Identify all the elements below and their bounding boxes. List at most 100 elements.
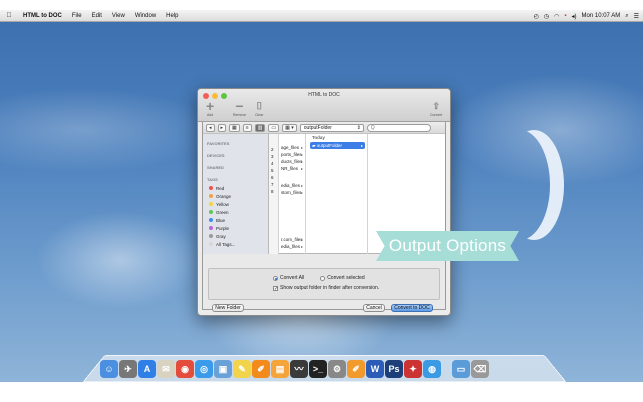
sidebar-section-shared[interactable]: SHARED [203, 163, 268, 172]
search-input[interactable]: Q [366, 123, 431, 132]
sidebar-tag-item[interactable]: Blue [203, 216, 268, 224]
list-item[interactable]: NR_files ▸ [279, 165, 305, 172]
trash-icon[interactable]: ⌫ [471, 360, 489, 378]
sidebar-section-tags[interactable]: TAGS [203, 175, 268, 184]
menu-file[interactable]: File [67, 13, 87, 19]
column-view-button[interactable]: ▥ [254, 123, 266, 132]
toolbar-convert-button[interactable]: ⇪ Convert [430, 100, 442, 117]
rocket-icon[interactable]: ✈ [119, 360, 137, 378]
menu-window[interactable]: Window [130, 13, 161, 19]
show-output-checkbox[interactable]: ✓ Show output folder in finder after con… [273, 285, 379, 291]
sidebar-tag-item[interactable]: Red [203, 184, 268, 192]
sidebar-section-devices[interactable]: DEVICES [203, 151, 268, 160]
list-item[interactable]: edia_files ▸ [279, 182, 305, 189]
preview-icon[interactable]: ▣ [214, 360, 232, 378]
list-item[interactable]: 3 [269, 153, 278, 160]
list-item-label: edia_files [281, 244, 301, 249]
mail-stamp-icon[interactable]: ✉ [157, 360, 175, 378]
cancel-button[interactable]: Cancel [363, 304, 385, 312]
menu-help[interactable]: Help [161, 13, 183, 19]
photoshop-icon[interactable]: Ps [385, 360, 403, 378]
list-item[interactable]: 4 [269, 160, 278, 167]
menu-edit[interactable]: Edit [87, 13, 107, 19]
list-item[interactable]: 7 [269, 181, 278, 188]
sidebar-tag-item[interactable]: Purple [203, 224, 268, 232]
list-item[interactable]: edia_files ▸ [279, 243, 305, 250]
tag-dot-icon [209, 226, 213, 230]
show-output-label: Show output folder in finder after conve… [280, 285, 380, 291]
coverflow-view-button[interactable]: ▭ [268, 123, 280, 132]
menu-app-name[interactable]: HTML to DOC [18, 13, 67, 19]
list-item[interactable]: ducts_files ▸ [279, 158, 305, 165]
photo-icon[interactable]: ✦ [404, 360, 422, 378]
sidebar-tag-item[interactable]: All Tags... [203, 240, 268, 248]
list-item-label: age_files [281, 145, 300, 150]
save-panel-navbar: ◂ ▸ ▦ ≡ ▥ ▭ ▦ ▾ outputFolder ⇕ Q [203, 122, 445, 134]
list-item[interactable]: 2 [269, 146, 278, 153]
system-prefs-icon[interactable]: ⚙ [328, 360, 346, 378]
arrange-button[interactable]: ▦ ▾ [282, 123, 297, 132]
flag-icon[interactable]: ▪ [564, 13, 566, 19]
list-item[interactable]: r.com_files ▸ [279, 236, 305, 243]
sync-status-icon[interactable]: ◴ [534, 13, 539, 20]
globe-icon[interactable]: ◍ [423, 360, 441, 378]
sidebar-section-favorites[interactable]: FAVORITES [203, 139, 268, 148]
list-item[interactable]: 5 [269, 167, 278, 174]
list-item[interactable]: ports_files ▸ [279, 151, 305, 158]
list-item[interactable]: 8 [269, 188, 278, 195]
activity-monitor-icon[interactable]: 〰 [290, 360, 308, 378]
icon-view-button[interactable]: ▦ [229, 123, 240, 132]
apple-menu-icon[interactable]:  [0, 12, 18, 19]
toolbar-clear-button[interactable]: ⌷ Clear [255, 100, 263, 117]
clock[interactable]: Mon 10:07 AM [582, 13, 621, 19]
list-item-label: edia_files [281, 183, 301, 188]
notes-icon[interactable]: ✎ [233, 360, 251, 378]
ibooks-icon[interactable]: ▤ [271, 360, 289, 378]
pages-icon[interactable]: ✐ [252, 360, 270, 378]
folder-icon[interactable]: ▭ [452, 360, 470, 378]
wifi-icon[interactable]: ◠ [554, 13, 559, 20]
sidebar-tag-item[interactable]: Yellow [203, 200, 268, 208]
terminal-icon[interactable]: >_ [309, 360, 327, 378]
app-window: HTML to DOC + Add − Remove ⌷ Clear ⇪ Con… [197, 88, 451, 316]
new-folder-button[interactable]: New Folder [212, 304, 244, 312]
toolbar-add-button[interactable]: + Add [206, 99, 214, 117]
list-item[interactable]: age_files ▸ [279, 144, 305, 151]
sidebar-tag-item[interactable]: Gray [203, 232, 268, 240]
list-item-label: 4 [271, 161, 274, 166]
forward-button[interactable]: ▸ [217, 123, 227, 132]
app-store-icon[interactable]: A [138, 360, 156, 378]
folder-selector[interactable]: outputFolder ⇕ [299, 123, 364, 132]
chrome-icon[interactable]: ◉ [176, 360, 194, 378]
selected-folder-row[interactable]: ▰ outputFolder ▸ [310, 142, 365, 149]
dock: ☺ ✈ A ✉ ◉ ◎ ▣ ✎ ✐ ▤ 〰 >_ ⚙ ✐ W Ps ✦ ◍ ▭ ⌫ [100, 360, 489, 378]
finder-icon[interactable]: ☺ [100, 360, 118, 378]
word-icon[interactable]: W [366, 360, 384, 378]
moon-crescent [490, 130, 550, 240]
sidebar-tag-item[interactable]: Orange [203, 192, 268, 200]
chevron-right-icon: ▸ [300, 244, 303, 249]
pages-icon[interactable]: ✐ [347, 360, 365, 378]
convert-selected-radio[interactable]: Convert selected [320, 275, 365, 281]
spotlight-icon[interactable]: ⌕ [625, 13, 628, 20]
time-machine-icon[interactable]: ◷ [544, 13, 549, 20]
tag-dot-icon [209, 234, 213, 238]
list-item[interactable]: stom_files ▸ [279, 189, 305, 196]
menu-view[interactable]: View [107, 13, 130, 19]
chevron-right-icon: ▸ [300, 159, 303, 164]
radio-empty-icon [320, 275, 326, 281]
volume-icon[interactable]: ◂) [572, 13, 577, 20]
notification-center-icon[interactable]: ☰ [634, 13, 639, 20]
convert-all-radio[interactable]: Convert All [273, 275, 304, 281]
safari-icon[interactable]: ◎ [195, 360, 213, 378]
list-view-button[interactable]: ≡ [242, 123, 252, 132]
back-button[interactable]: ◂ [206, 123, 215, 132]
column-files: age_files ▸ ports_files ▸ ducts_files ▸ NR_fil… [279, 134, 306, 254]
toolbar-convert-label: Convert [430, 113, 443, 117]
convert-selected-label: Convert selected [327, 275, 365, 281]
convert-to-doc-button[interactable]: Convert to DOC [391, 304, 433, 312]
sidebar: FAVORITES DEVICES SHARED TAGS Red Orange Y… [203, 134, 269, 254]
sidebar-tag-item[interactable]: Green [203, 208, 268, 216]
toolbar-remove-button[interactable]: − Remove [233, 99, 246, 117]
list-item[interactable]: 6 [269, 174, 278, 181]
